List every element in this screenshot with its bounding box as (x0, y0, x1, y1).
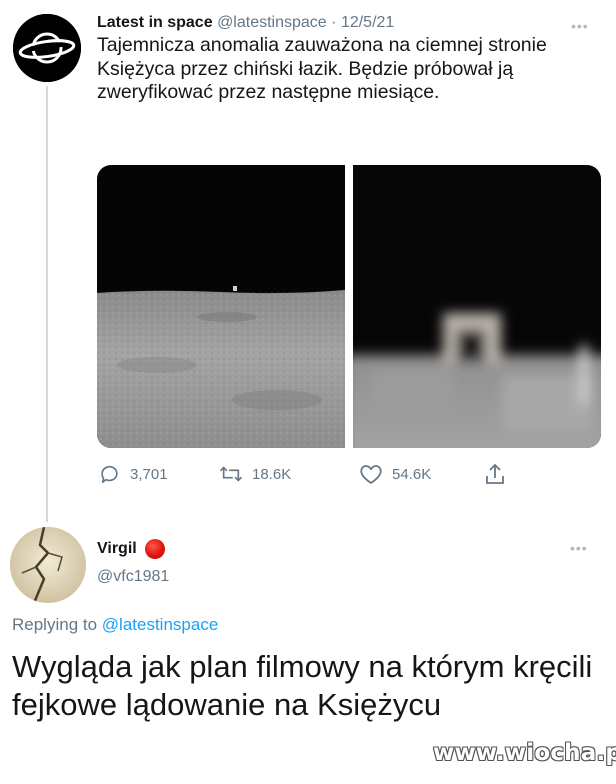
author-handle[interactable]: @latestinspace (217, 14, 327, 31)
thread-connector-line (46, 86, 48, 522)
zoomed-anomaly-photo[interactable] (353, 165, 601, 448)
red-circle-icon (144, 539, 165, 559)
meta-separator: · (331, 14, 337, 31)
reply-author-handle[interactable]: @vfc1981 (97, 568, 169, 586)
reply-author-row: Virgil (97, 539, 165, 559)
reply-ellipsis-icon[interactable]: ••• (570, 540, 588, 556)
retweet-count: 18.6K (252, 465, 292, 483)
latestinspace-avatar[interactable] (13, 14, 81, 82)
site-watermark: www.wiocha.pl (433, 740, 616, 766)
tweet-media[interactable] (97, 165, 601, 448)
heart-icon (360, 465, 382, 484)
reply-author-name[interactable]: Virgil (97, 540, 137, 558)
retweet-action[interactable]: 18.6K (219, 458, 291, 490)
reply-action[interactable]: 3,701 (99, 458, 168, 490)
tweet-text: Tajemnicza anomalia zauważona na ciemnej… (97, 34, 547, 103)
share-action[interactable] (484, 458, 506, 490)
like-count: 54.6K (392, 465, 432, 483)
retweet-icon (219, 466, 243, 482)
reply-text: Wygląda jak plan filmowy na którym kręci… (12, 649, 593, 722)
share-icon (486, 464, 504, 484)
ellipsis-icon[interactable]: ••• (571, 18, 589, 34)
tweet-actions: 3,701 18.6K 54.6K (97, 458, 517, 490)
author-name[interactable]: Latest in space (97, 14, 213, 31)
like-action[interactable]: 54.6K (359, 458, 431, 490)
saturn-logo-icon (13, 14, 81, 82)
replying-prefix: Replying to (12, 615, 98, 634)
moon-surface-photo[interactable] (97, 165, 345, 448)
reply-count: 3,701 (130, 465, 168, 483)
cracked-plate-avatar-icon (10, 527, 86, 603)
virgil-avatar[interactable] (10, 527, 86, 603)
tweet-header: Latest in space @latestinspace · 12/5/21 (97, 14, 394, 32)
reply-icon (101, 465, 118, 484)
replying-mention-link[interactable]: @latestinspace (102, 615, 219, 634)
tweet-date[interactable]: 12/5/21 (341, 14, 394, 31)
replying-to-line: Replying to @latestinspace (12, 615, 218, 635)
